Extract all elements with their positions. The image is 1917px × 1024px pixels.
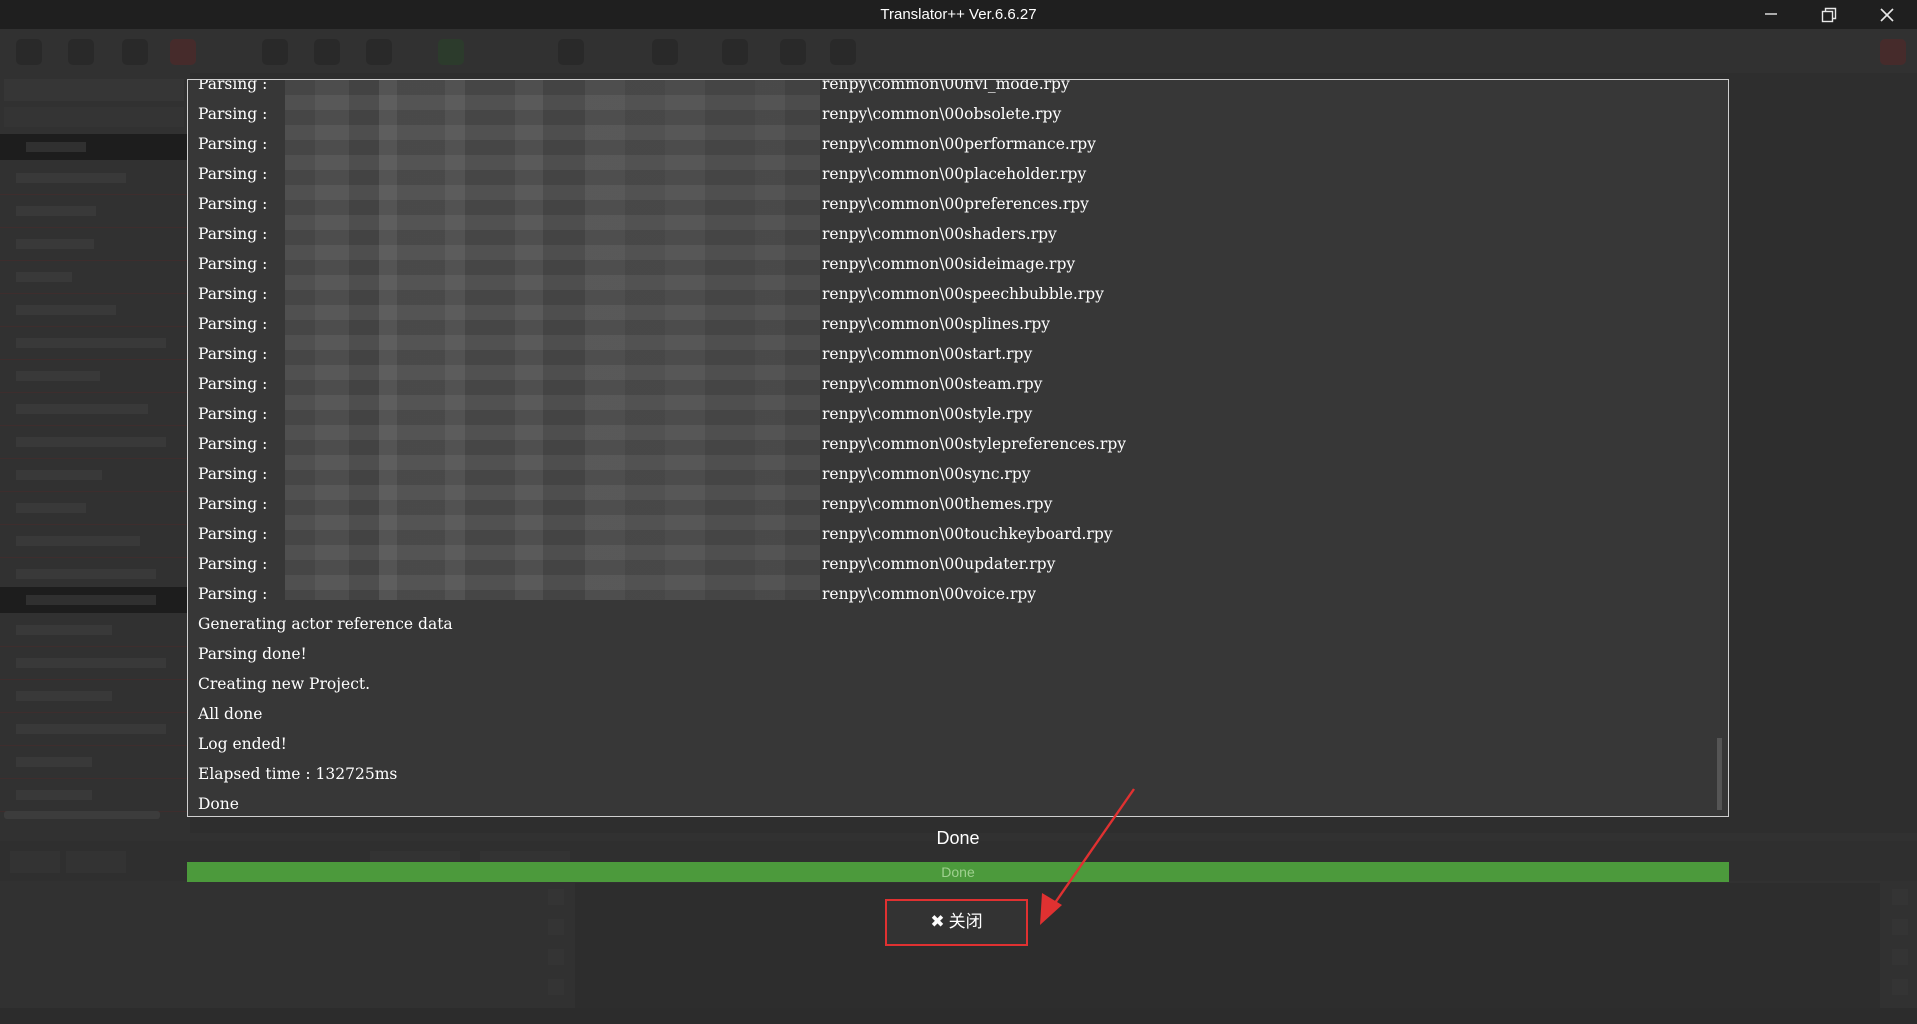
log-line: Parsing : renpy\common\00nvl_mode.rpy [188, 79, 1708, 99]
log-line: Parsing : renpy\common\00obsolete.rpy [188, 99, 1708, 129]
log-line: Parsing : renpy\common\00preferences.rpy [188, 189, 1708, 219]
progress-bar: Done [187, 862, 1729, 882]
log-line: Parsing : renpy\common\00updater.rpy [188, 549, 1708, 579]
log-line-path: renpy\common\00themes.rpy [822, 495, 1053, 513]
log-message-text: All done [198, 705, 263, 723]
close-button-label: 关闭 [948, 912, 983, 932]
close-icon: ✖ [930, 912, 945, 932]
log-line-path: renpy\common\00updater.rpy [822, 555, 1056, 573]
log-line-path: renpy\common\00touchkeyboard.rpy [822, 525, 1113, 543]
log-line: Parsing : renpy\common\00start.rpy [188, 339, 1708, 369]
log-message-text: Parsing done! [198, 645, 307, 663]
log-message: Parsing done! [188, 639, 1708, 669]
log-line-path: renpy\common\00placeholder.rpy [822, 165, 1087, 183]
progress-text: Done [941, 864, 975, 880]
app-window: Translator++ Ver.6.6.27 Parsing: renpy\… [0, 0, 1917, 1024]
log-line-label: Parsing : [198, 135, 268, 153]
annotation-arrow-icon [1040, 788, 1135, 925]
log-message-text: Elapsed time : 132725ms [198, 765, 398, 783]
log-line: Parsing : renpy\common\00sideimage.rpy [188, 249, 1708, 279]
log-message-text: Done [198, 795, 239, 813]
log-message-text: Generating actor reference data [198, 615, 453, 633]
log-line-path: renpy\common\00shaders.rpy [822, 225, 1057, 243]
log-line-path: renpy\common\00obsolete.rpy [822, 105, 1062, 123]
log-line-label: Parsing : [198, 525, 268, 543]
log-line-label: Parsing : [198, 225, 268, 243]
log-message-text: Log ended! [198, 735, 287, 753]
restore-icon [1821, 7, 1837, 23]
log-line-label: Parsing : [198, 315, 268, 333]
log-line-label: Parsing : [198, 405, 268, 423]
log-line: Parsing : renpy\common\00shaders.rpy [188, 219, 1708, 249]
close-icon [1880, 8, 1894, 22]
log-line: Parsing : renpy\common\00placeholder.rpy [188, 159, 1708, 189]
log-scrollbar[interactable] [1717, 738, 1722, 810]
log-line-path: renpy\common\00stylepreferences.rpy [822, 435, 1127, 453]
log-line-label: Parsing : [198, 79, 268, 93]
log-line-path: renpy\common\00preferences.rpy [822, 195, 1089, 213]
title-bar: Translator++ Ver.6.6.27 [0, 0, 1917, 29]
restore-button[interactable] [1800, 0, 1858, 29]
window-title: Translator++ Ver.6.6.27 [880, 6, 1037, 23]
log-line-path: renpy\common\00style.rpy [822, 405, 1033, 423]
log-message: Creating new Project. [188, 669, 1708, 699]
log-line-path: renpy\common\00nvl_mode.rpy [822, 79, 1070, 93]
log-line-label: Parsing : [198, 195, 268, 213]
log-line: Parsing : renpy\common\00themes.rpy [188, 489, 1708, 519]
log-line-label: Parsing : [198, 375, 268, 393]
log-line-path: renpy\common\00sideimage.rpy [822, 255, 1076, 273]
log-line-path: renpy\common\00start.rpy [822, 345, 1033, 363]
status-label: Done [936, 828, 980, 848]
log-line-label: Parsing : [198, 285, 268, 303]
log-line: Parsing : renpy\common\00voice.rpy [188, 579, 1708, 609]
close-button[interactable]: ✖ 关闭 [885, 899, 1028, 946]
log-line-path: renpy\common\00performance.rpy [822, 135, 1096, 153]
log-line-label: Parsing : [198, 255, 268, 273]
log-message-text: Creating new Project. [198, 675, 371, 693]
log-line: Parsing : renpy\common\00stylepreferences… [188, 429, 1708, 459]
minimize-icon [1765, 13, 1777, 15]
log-line-path: renpy\common\00voice.rpy [822, 585, 1037, 603]
log-line-label: Parsing : [198, 585, 268, 603]
log-line-label: Parsing : [198, 435, 268, 453]
log-message: Done [188, 789, 1708, 816]
log-line: Parsing : renpy\common\00sync.rpy [188, 459, 1708, 489]
log-output[interactable]: Parsing : renpy\common\00nvl_mode.rpy Pars… [187, 79, 1729, 817]
log-line-path: renpy\common\00steam.rpy [822, 375, 1043, 393]
log-line-label: Parsing : [198, 555, 268, 573]
log-message: Generating actor reference data [188, 609, 1708, 639]
close-window-button[interactable] [1858, 0, 1916, 29]
log-line: Parsing : renpy\common\00touchkeyboard.rp… [188, 519, 1708, 549]
log-lines: Parsing : renpy\common\00nvl_mode.rpy Pars… [188, 79, 1708, 816]
log-line: Parsing : renpy\common\00style.rpy [188, 399, 1708, 429]
log-message: All done [188, 699, 1708, 729]
log-line: Parsing : renpy\common\00performance.rpy [188, 129, 1708, 159]
log-line: Parsing : renpy\common\00splines.rpy [188, 309, 1708, 339]
log-line-label: Parsing : [198, 465, 268, 483]
minimize-button[interactable] [1742, 0, 1800, 29]
log-line-path: renpy\common\00speechbubble.rpy [822, 285, 1104, 303]
log-message: Elapsed time : 132725ms [188, 759, 1708, 789]
log-line-label: Parsing : [198, 105, 268, 123]
log-line-path: renpy\common\00sync.rpy [822, 465, 1031, 483]
log-line-label: Parsing : [198, 495, 268, 513]
log-line: Parsing : renpy\common\00speechbubble.rpy [188, 279, 1708, 309]
log-line-label: Parsing : [198, 165, 268, 183]
log-line-path: renpy\common\00splines.rpy [822, 315, 1051, 333]
log-line-label: Parsing : [198, 345, 268, 363]
log-message: Log ended! [188, 729, 1708, 759]
log-line: Parsing : renpy\common\00steam.rpy [188, 369, 1708, 399]
